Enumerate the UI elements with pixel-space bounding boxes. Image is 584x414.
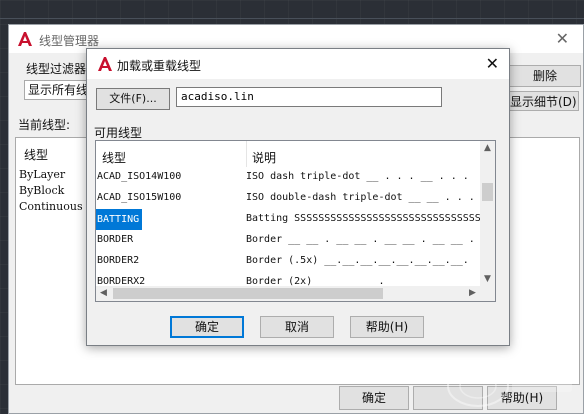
linetype-name: BATTING [96, 209, 142, 230]
list-header: 线型 说明 [96, 141, 482, 167]
linetype-name: BORDER2 [97, 255, 140, 266]
scroll-right-icon[interactable]: ▶ [465, 286, 480, 301]
linetype-description: Border (.5x) __.__.__.__.__.__.__.__. [246, 255, 469, 266]
vertical-scroll-thumb[interactable] [482, 183, 493, 201]
available-linetypes-label: 可用线型 [94, 126, 143, 140]
column-header-description[interactable]: 说明 [252, 149, 276, 166]
show-details-button[interactable]: 显示细节(D) [509, 91, 579, 111]
drawing-line [0, 18, 584, 19]
linetype-description: Border __ __ . __ __ . __ __ . __ __ . [246, 234, 475, 245]
scroll-down-icon[interactable]: ▼ [480, 272, 495, 287]
linetype-description: ISO dash triple-dot __ . . . __ . . . [246, 171, 469, 182]
dialog-title: 加载或重载线型 [117, 59, 202, 73]
linetype-name: BORDER [97, 234, 134, 245]
horizontal-scroll-thumb[interactable] [113, 288, 383, 299]
cancel-button[interactable]: 取消 [260, 316, 334, 338]
table-row[interactable]: ACAD_ISO14W100 ISO dash triple-dot __ . … [96, 167, 482, 188]
filter-label: 线型过滤器 [26, 62, 87, 76]
scrollbar-corner [480, 286, 495, 301]
close-icon[interactable]: ✕ [486, 54, 499, 73]
load-linetypes-dialog: 加载或重载线型 ✕ 文件(F)... 可用线型 线型 说明 ACAD_ISO14… [86, 48, 510, 346]
table-row[interactable]: BORDER Border __ __ . __ __ . __ __ . __… [96, 230, 482, 251]
linetype-name: ACAD_ISO14W100 [97, 171, 182, 182]
scroll-up-icon[interactable]: ▲ [480, 141, 495, 156]
manager-ok-button[interactable]: 确定 [339, 386, 409, 410]
current-linetype-label: 当前线型: [18, 118, 71, 132]
table-row[interactable]: ACAD_ISO15W100 ISO double-dash triple-do… [96, 188, 482, 209]
table-row-selected[interactable]: BATTING Batting SSSSSSSSSSSSSSSSSSSSSSSS… [96, 209, 482, 230]
linetype-name: ACAD_ISO15W100 [97, 192, 182, 203]
manager-title: 线型管理器 [39, 34, 100, 48]
scroll-left-icon[interactable]: ◀ [96, 286, 111, 301]
autocad-logo-icon [18, 32, 32, 46]
linetype-description: ISO double-dash triple-dot __ __ . . . [246, 192, 475, 203]
autocad-logo-icon [98, 57, 112, 71]
horizontal-scrollbar[interactable]: ◀ ▶ [96, 286, 480, 301]
available-linetypes-list[interactable]: 线型 说明 ACAD_ISO14W100 ISO dash triple-dot… [95, 140, 496, 302]
column-header-linetype[interactable]: 线型 [102, 149, 126, 166]
linetype-description: Batting SSSSSSSSSSSSSSSSSSSSSSSSSSSSSSSS [246, 213, 481, 224]
vertical-scrollbar[interactable]: ▲ ▼ [480, 141, 495, 287]
file-name-input[interactable] [176, 87, 442, 107]
close-icon[interactable]: ✕ [556, 29, 569, 48]
column-header-linetype: 线型 [24, 148, 49, 162]
dialog-titlebar[interactable]: 加载或重载线型 ✕ [87, 49, 509, 79]
column-divider[interactable] [246, 141, 247, 167]
help-button[interactable]: 帮助(H) [350, 316, 424, 338]
ok-button[interactable]: 确定 [170, 316, 244, 338]
table-row[interactable]: BORDER2 Border (.5x) __.__.__.__.__.__._… [96, 251, 482, 272]
watermark-logo [447, 365, 572, 407]
delete-button[interactable]: 删除 [509, 65, 581, 87]
file-button[interactable]: 文件(F)... [96, 88, 170, 110]
